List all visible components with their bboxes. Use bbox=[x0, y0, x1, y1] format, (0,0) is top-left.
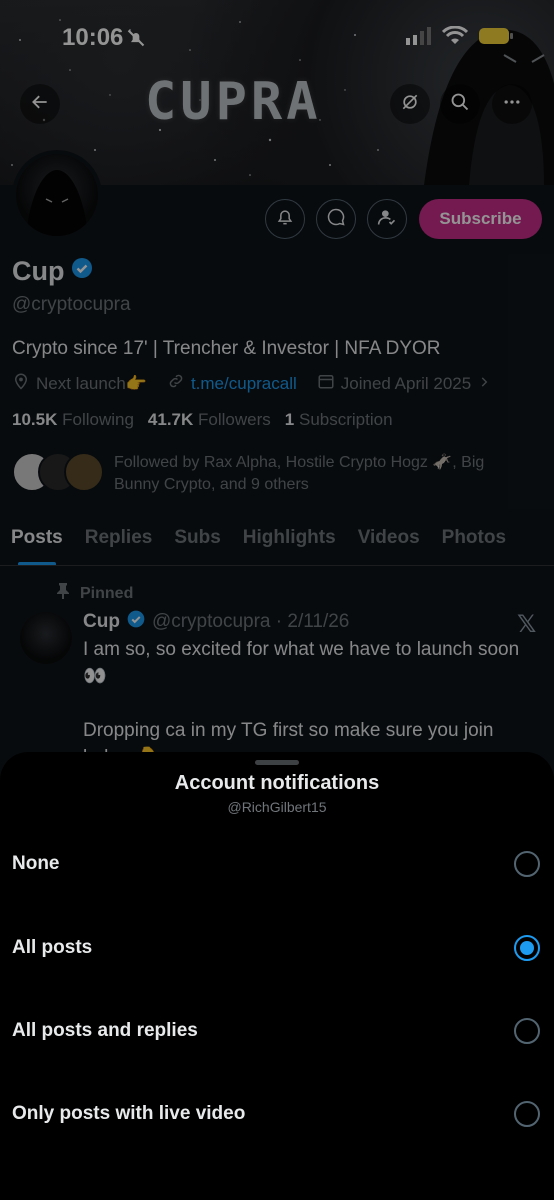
option-label: Only posts with live video bbox=[12, 1103, 246, 1124]
subscriptions-stat[interactable]: 1 Subscription bbox=[285, 410, 393, 430]
message-button[interactable] bbox=[316, 199, 356, 239]
subscribe-button[interactable]: Subscribe bbox=[419, 199, 542, 239]
tab-videos[interactable]: Videos bbox=[347, 520, 431, 565]
banner-title: CUPRA bbox=[145, 72, 322, 132]
display-name: Cup bbox=[12, 256, 65, 286]
pin-icon bbox=[56, 583, 70, 604]
post-handle-date: @cryptocupra · 2/11/26 bbox=[151, 611, 350, 632]
sheet-title: Account notifications bbox=[174, 772, 380, 794]
pinned-label-row: Pinned bbox=[56, 583, 133, 604]
profile-meta: Next launch👉 t.me/cupracall Joined April… bbox=[12, 372, 491, 395]
chat-bubble-icon bbox=[326, 207, 346, 232]
wifi-icon bbox=[441, 25, 469, 51]
verified-badge-icon bbox=[70, 256, 94, 287]
post-header: Cup @cryptocupra · 2/11/26 bbox=[83, 609, 349, 635]
tab-subs[interactable]: Subs bbox=[163, 520, 231, 565]
tab-replies[interactable]: Replies bbox=[74, 520, 164, 565]
profile-tabs: Posts Replies Subs Highlights Videos Pho… bbox=[0, 520, 554, 566]
hooded-avatar-image bbox=[26, 170, 88, 236]
option-all-posts-and-replies[interactable]: All posts and replies bbox=[0, 989, 554, 1073]
cellular-signal-icon bbox=[406, 27, 432, 50]
profile-link[interactable]: t.me/cupracall bbox=[191, 374, 297, 394]
followers-stat[interactable]: 41.7K Followers bbox=[148, 410, 271, 430]
radio-button-selected[interactable] bbox=[514, 935, 540, 961]
arrow-left-icon bbox=[30, 92, 50, 117]
back-button[interactable] bbox=[20, 84, 60, 124]
radio-button[interactable] bbox=[514, 1101, 540, 1127]
x-logo-icon: 𝕏 bbox=[517, 611, 537, 638]
follower-avatar bbox=[64, 452, 104, 492]
option-live-video-only[interactable]: Only posts with live video bbox=[0, 1072, 554, 1156]
following-stat[interactable]: 10.5K Following bbox=[12, 410, 134, 430]
option-label: All posts bbox=[12, 937, 93, 958]
option-label: All posts and replies bbox=[12, 1020, 198, 1041]
profile-stats: 10.5K Following 41.7K Followers 1 Subscr… bbox=[12, 410, 393, 430]
follow-status-button[interactable] bbox=[367, 199, 407, 239]
bell-slash-icon bbox=[126, 28, 146, 53]
follower-avatars bbox=[12, 452, 104, 496]
notifications-button[interactable] bbox=[265, 199, 305, 239]
pinned-label: Pinned bbox=[80, 584, 134, 602]
post-text-line: I am so, so excited for what we have to … bbox=[83, 639, 520, 687]
sheet-grabber[interactable] bbox=[255, 760, 299, 765]
link-icon bbox=[167, 372, 185, 395]
profile-avatar[interactable] bbox=[12, 150, 102, 240]
calendar-icon bbox=[317, 372, 335, 395]
profile-bio: Crypto since 17' | Trencher & Investor |… bbox=[12, 338, 441, 359]
option-all-posts[interactable]: All posts bbox=[0, 906, 554, 990]
status-time: 10:06 bbox=[62, 24, 124, 51]
grok-icon bbox=[400, 92, 420, 117]
tab-photos[interactable]: Photos bbox=[431, 520, 517, 565]
option-none[interactable]: None bbox=[0, 822, 554, 906]
post-text[interactable]: I am so, so excited for what we have to … bbox=[83, 636, 533, 771]
profile-joined: Joined April 2025 bbox=[340, 373, 472, 393]
account-notifications-sheet: Account notifications @RichGilbert15 Non… bbox=[0, 752, 554, 1200]
person-check-icon bbox=[377, 207, 397, 232]
radio-button[interactable] bbox=[514, 1018, 540, 1044]
search-button[interactable] bbox=[440, 84, 480, 124]
profile-location: Next launch👉 bbox=[36, 373, 147, 393]
sheet-subtitle: @RichGilbert15 bbox=[227, 799, 327, 815]
post-author-name[interactable]: Cup bbox=[83, 611, 120, 633]
more-button[interactable] bbox=[492, 84, 532, 124]
post-author-avatar[interactable] bbox=[20, 612, 72, 664]
tab-posts[interactable]: Posts bbox=[0, 520, 74, 565]
followed-by-text: Followed by Rax Alpha, Hostile Crypto Ho… bbox=[114, 454, 485, 493]
profile-banner: CUPRA 10:06 bbox=[0, 0, 554, 185]
location-pin-icon bbox=[12, 372, 30, 395]
bell-plus-icon bbox=[275, 207, 295, 232]
chevron-right-icon[interactable] bbox=[477, 374, 491, 394]
search-icon bbox=[450, 92, 470, 117]
followed-by-row[interactable]: Followed by Rax Alpha, Hostile Crypto Ho… bbox=[12, 452, 542, 496]
display-name-row: Cup bbox=[12, 256, 94, 287]
verified-badge-icon bbox=[126, 609, 146, 635]
option-label: None bbox=[12, 853, 60, 874]
battery-icon bbox=[478, 26, 514, 51]
tab-highlights[interactable]: Highlights bbox=[232, 520, 347, 565]
more-dots-icon bbox=[502, 92, 522, 117]
grok-button[interactable] bbox=[390, 84, 430, 124]
radio-button[interactable] bbox=[514, 851, 540, 877]
profile-handle: @cryptocupra bbox=[12, 294, 131, 315]
